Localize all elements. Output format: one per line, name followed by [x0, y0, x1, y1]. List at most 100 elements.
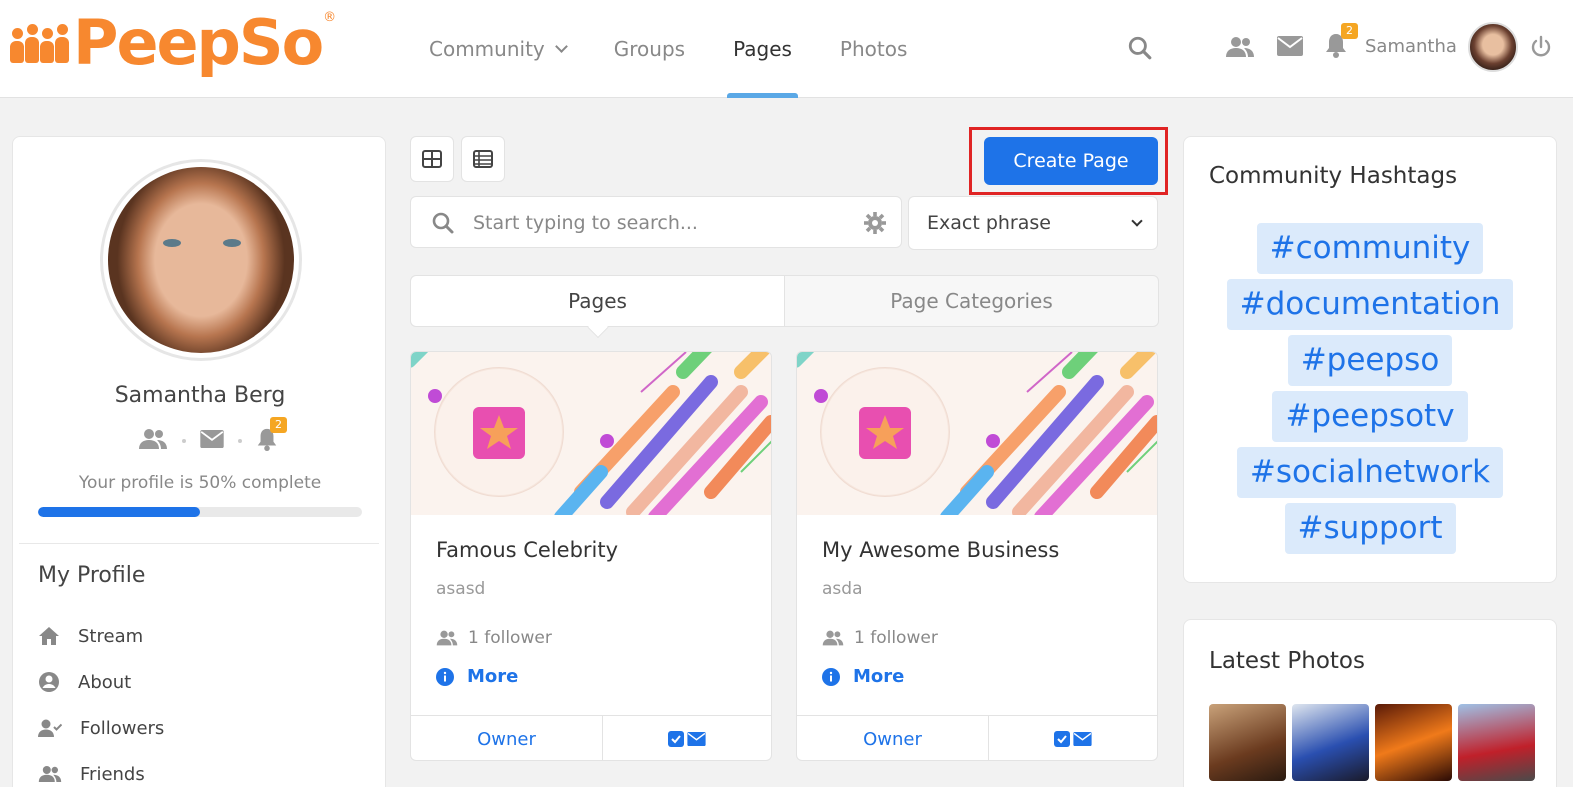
create-page-button[interactable]: Create Page [984, 137, 1158, 185]
top-header: PeepSo ® Community Groups Pages Photos 2… [0, 0, 1573, 98]
owner-button[interactable]: Owner [797, 716, 989, 760]
photo-thumbnail[interactable] [1458, 704, 1535, 781]
header-avatar[interactable] [1468, 22, 1518, 72]
tab-label: Page Categories [890, 289, 1053, 313]
profile-avatar[interactable] [100, 159, 302, 361]
page-card-footer: Owner [411, 715, 771, 760]
user-circle-icon [39, 672, 59, 692]
messages-icon[interactable] [200, 430, 224, 452]
more-link[interactable]: More [436, 666, 518, 687]
grid-view-button[interactable] [410, 136, 454, 182]
page-followers: 1 follower [436, 628, 552, 648]
menu-item-label: Friends [80, 763, 145, 785]
tab-label: Pages [568, 289, 627, 313]
nav-photos[interactable]: Photos [829, 0, 918, 98]
follow-notify-toggle[interactable] [603, 716, 771, 760]
page-title[interactable]: Famous Celebrity [436, 538, 618, 562]
menu-item-label: About [78, 671, 132, 693]
search-icon[interactable] [1127, 35, 1153, 65]
checkbox-checked-icon [1054, 731, 1070, 747]
photo-grid [1209, 704, 1535, 781]
search-mode-select[interactable]: Exact phrase [908, 196, 1158, 250]
my-profile-heading: My Profile [38, 563, 146, 588]
home-icon [39, 627, 59, 645]
profile-quick-icons: 2 [138, 417, 287, 455]
logo-text: PeepSo [73, 6, 324, 79]
owner-button[interactable]: Owner [411, 716, 603, 760]
users-icon [822, 630, 844, 646]
tab-pages[interactable]: Pages [411, 276, 785, 326]
nav-pages-label: Pages [733, 37, 792, 61]
nav-community[interactable]: Community [418, 0, 577, 98]
profile-name[interactable]: Samantha Berg [13, 383, 387, 408]
page-card[interactable]: Famous Celebrity asasd 1 follower More O… [410, 351, 772, 761]
page-cover-image [797, 352, 1157, 515]
search-icon [432, 212, 454, 234]
page-title[interactable]: My Awesome Business [822, 538, 1059, 562]
info-icon [436, 667, 454, 686]
menu-item-stream[interactable]: Stream [38, 613, 164, 659]
page-description: asda [822, 579, 863, 599]
email-icon [687, 732, 706, 746]
photo-thumbnail[interactable] [1292, 704, 1369, 781]
search-input[interactable] [473, 209, 853, 237]
friends-icon[interactable] [1225, 34, 1255, 64]
hashtag-link[interactable]: #socialnetwork [1236, 447, 1504, 498]
registered-mark: ® [323, 10, 337, 25]
profile-menu: Stream About Followers Friends [38, 613, 164, 787]
nav-groups[interactable]: Groups [603, 0, 696, 98]
notifications-bell-icon[interactable]: 2 [1325, 23, 1358, 62]
messages-icon[interactable] [1277, 36, 1303, 60]
people-logo-icon [10, 23, 69, 63]
hashtag-link[interactable]: #peepso [1287, 335, 1453, 386]
hashtag-link[interactable]: #community [1256, 223, 1484, 274]
followers-count: 1 follower [468, 628, 552, 648]
pages-tabs: Pages Page Categories [410, 275, 1159, 327]
latest-photos-title: Latest Photos [1209, 648, 1365, 674]
menu-item-label: Followers [80, 717, 165, 739]
followers-count: 1 follower [854, 628, 938, 648]
peepso-logo[interactable]: PeepSo ® [10, 6, 336, 80]
follow-notify-toggle[interactable] [989, 716, 1157, 760]
more-label: More [853, 666, 905, 687]
logout-power-icon[interactable] [1530, 35, 1552, 63]
nav-photos-label: Photos [839, 37, 908, 61]
page-card-footer: Owner [797, 715, 1157, 760]
friends-icon[interactable] [138, 427, 168, 455]
menu-item-followers[interactable]: Followers [38, 705, 164, 751]
profile-progress-bar [38, 507, 362, 517]
page-cover-image [411, 352, 771, 515]
menu-item-friends[interactable]: Friends [38, 751, 164, 787]
notifications-badge: 2 [1341, 23, 1358, 39]
user-check-icon [38, 719, 62, 737]
community-hashtags-widget: Community Hashtags #community #documenta… [1183, 136, 1557, 583]
photo-thumbnail[interactable] [1375, 704, 1452, 781]
profile-completion-text: Your profile is 50% complete [78, 473, 322, 493]
notifications-badge: 2 [270, 417, 287, 433]
info-icon [822, 667, 840, 686]
hashtags-title: Community Hashtags [1209, 163, 1458, 189]
header-username[interactable]: Samantha [1365, 36, 1457, 57]
nav-groups-label: Groups [613, 37, 686, 61]
main-nav: Community Groups Pages Photos [418, 0, 944, 98]
profile-sidebar: Samantha Berg 2 Your profile is 50% comp… [12, 136, 386, 787]
photo-thumbnail[interactable] [1209, 704, 1286, 781]
profile-progress-fill [38, 507, 200, 517]
nav-pages[interactable]: Pages [722, 0, 803, 98]
list-view-button[interactable] [461, 136, 505, 182]
page-card[interactable]: My Awesome Business asda 1 follower More… [796, 351, 1158, 761]
gear-icon[interactable] [863, 211, 887, 235]
page-followers: 1 follower [822, 628, 938, 648]
tab-page-categories[interactable]: Page Categories [785, 276, 1158, 326]
hashtag-link[interactable]: #peepsotv [1272, 391, 1468, 442]
hashtag-list: #community #documentation #peepso #peeps… [1184, 223, 1556, 554]
hashtag-link[interactable]: #documentation [1226, 279, 1514, 330]
grid-icon [422, 150, 442, 168]
latest-photos-widget: Latest Photos [1183, 619, 1557, 787]
notifications-bell-icon[interactable]: 2 [256, 417, 287, 455]
email-icon [1073, 732, 1092, 746]
more-link[interactable]: More [822, 666, 904, 687]
hashtag-link[interactable]: #support [1284, 503, 1456, 554]
page-description: asasd [436, 579, 486, 599]
menu-item-about[interactable]: About [38, 659, 164, 705]
